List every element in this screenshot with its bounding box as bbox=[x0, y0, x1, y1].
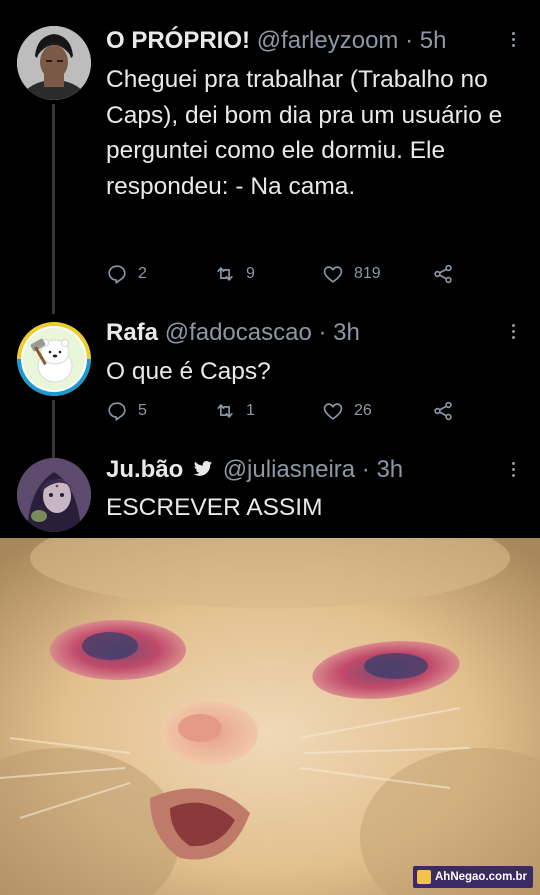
author-name[interactable]: O PRÓPRIO! bbox=[106, 27, 250, 54]
author-handle[interactable]: @fadocascao bbox=[165, 319, 312, 346]
tweet-actions: 5 1 26 bbox=[106, 400, 516, 428]
tweet-actions: 2 9 819 bbox=[106, 263, 516, 291]
reply-icon bbox=[108, 265, 126, 284]
author-handle[interactable]: @farleyzoom bbox=[257, 27, 399, 54]
tweet-header: O PRÓPRIO! @farleyzoom · 5h bbox=[106, 26, 446, 56]
like-button[interactable]: 819 bbox=[322, 263, 381, 285]
crying-cat-image bbox=[0, 538, 540, 895]
author-name[interactable]: Ju.bão bbox=[106, 456, 183, 483]
tweet-header: Ju.bão @juliasneira · 3h bbox=[106, 455, 403, 485]
avatar-image-jubao bbox=[17, 458, 91, 532]
avatar-image-rafa bbox=[17, 322, 91, 396]
timestamp[interactable]: 3h bbox=[333, 319, 360, 346]
watermark-badge: AhNegao.com.br bbox=[412, 866, 533, 888]
more-icon[interactable] bbox=[512, 32, 518, 47]
tweet-text: Cheguei pra trabalhar (Trabalho no Caps)… bbox=[106, 66, 503, 200]
bird-icon bbox=[193, 461, 213, 476]
tweet-text: O que é Caps? bbox=[106, 358, 271, 385]
tweet-1[interactable]: O PRÓPRIO! @farleyzoom · 5h Cheguei pra … bbox=[0, 0, 540, 314]
author-handle[interactable]: @juliasneira bbox=[223, 456, 355, 483]
retweet-button[interactable]: 9 bbox=[214, 263, 255, 285]
reply-icon bbox=[108, 402, 126, 421]
reply-button[interactable]: 2 bbox=[106, 263, 147, 285]
more-icon[interactable] bbox=[512, 324, 518, 339]
tweet-3[interactable]: Ju.bão @juliasneira · 3h ESCREVER ASSIM bbox=[0, 450, 540, 538]
like-count: 819 bbox=[354, 265, 381, 282]
timestamp[interactable]: 5h bbox=[420, 27, 447, 54]
retweet-count: 9 bbox=[246, 265, 255, 282]
share-button[interactable] bbox=[432, 263, 454, 285]
timestamp[interactable]: 3h bbox=[376, 456, 403, 483]
retweet-icon bbox=[217, 267, 233, 281]
reply-button[interactable]: 5 bbox=[106, 400, 147, 422]
meme-image-crying-cat: AhNegao.com.br bbox=[0, 538, 540, 895]
tweet-header: Rafa @fadocascao · 3h bbox=[106, 318, 360, 348]
like-button[interactable]: 26 bbox=[322, 400, 372, 422]
share-icon bbox=[434, 401, 452, 421]
author-name[interactable]: Rafa bbox=[106, 319, 158, 346]
like-count: 26 bbox=[354, 402, 372, 419]
separator: · bbox=[318, 319, 327, 346]
tweet-thread: O PRÓPRIO! @farleyzoom · 5h Cheguei pra … bbox=[0, 0, 540, 538]
separator: · bbox=[361, 456, 370, 483]
like-icon bbox=[323, 403, 343, 420]
more-icon[interactable] bbox=[512, 462, 518, 477]
avatar[interactable] bbox=[17, 458, 91, 532]
avatar[interactable] bbox=[17, 322, 91, 396]
avatar[interactable] bbox=[17, 26, 91, 100]
tweet-text: ESCREVER ASSIM bbox=[106, 494, 323, 521]
retweet-icon bbox=[217, 404, 233, 418]
like-icon bbox=[323, 266, 343, 283]
avatar-image-farley bbox=[17, 26, 91, 100]
retweet-count: 1 bbox=[246, 402, 255, 419]
separator: · bbox=[405, 27, 414, 54]
reply-count: 2 bbox=[138, 265, 147, 282]
retweet-button[interactable]: 1 bbox=[214, 400, 255, 422]
tweet-2[interactable]: Rafa @fadocascao · 3h O que é Caps? 5 1 … bbox=[0, 310, 540, 460]
reply-count: 5 bbox=[138, 402, 147, 419]
share-icon bbox=[434, 264, 452, 284]
share-button[interactable] bbox=[432, 400, 454, 422]
ahnegao-logo-icon bbox=[416, 870, 431, 884]
thread-line bbox=[52, 104, 55, 314]
watermark-text: AhNegao.com.br bbox=[434, 871, 527, 883]
